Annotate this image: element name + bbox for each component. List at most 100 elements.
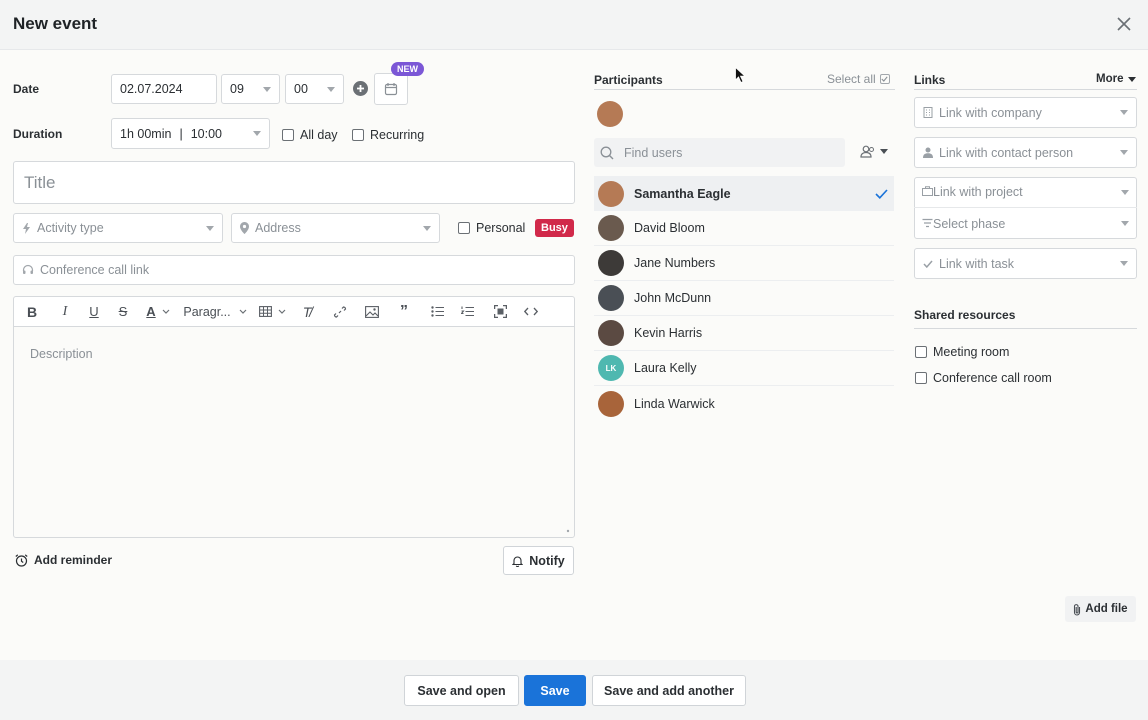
select-phase-select[interactable]: Select phase [914,208,1137,239]
numbered-list-button[interactable] [452,297,482,327]
date-input[interactable]: 02.07.2024 [111,74,217,104]
notify-button[interactable]: Notify [503,546,574,575]
clear-formatting-button[interactable]: T̸ [292,297,322,327]
title-input[interactable]: Title [13,161,575,204]
chevron-down-icon [327,86,335,92]
save-button[interactable]: Save [524,675,586,706]
italic-icon: I [62,303,68,319]
link-project-select[interactable]: Link with project [914,177,1137,208]
description-editor[interactable]: Description [13,326,575,538]
add-file-button[interactable]: Add file [1065,596,1136,622]
bold-button[interactable]: B [14,297,50,327]
add-reminder-button[interactable]: Add reminder [15,553,112,567]
hour-select[interactable]: 09 [221,74,280,104]
text-color-button[interactable]: A [138,297,178,327]
calendar-icon [384,83,398,96]
underline-button[interactable]: U [80,297,108,327]
close-button[interactable] [1112,12,1136,36]
links-more-button[interactable]: More [1096,73,1137,85]
shared-resources-heading: Shared resources [914,308,1016,322]
conference-room-checkbox[interactable] [915,372,927,384]
meeting-room-checkbox[interactable] [915,346,927,358]
chevron-down-icon [1128,76,1137,82]
chevron-down-icon [1120,261,1128,266]
meeting-room-option[interactable]: Meeting room [915,345,1009,359]
participant-row[interactable]: David Bloom [594,211,894,246]
phase-icon [922,217,933,231]
shared-resources-divider [914,328,1137,329]
activity-type-select[interactable]: Activity type [13,213,223,243]
chevron-down-icon [278,309,285,314]
personal-option[interactable]: Personal [458,221,525,235]
select-all-button[interactable]: Select all [827,72,890,86]
duration-length: 1h 00min [120,126,172,141]
paragraph-select[interactable]: Paragr... [178,297,252,327]
new-badge: NEW [391,62,424,76]
image-button[interactable] [358,297,386,327]
fullscreen-button[interactable] [482,297,518,327]
text-color-icon: A [146,304,156,319]
quote-button[interactable]: ” [386,297,422,327]
link-company-select[interactable]: Link with company [914,97,1137,128]
recurring-checkbox[interactable] [352,129,364,141]
link-contact-placeholder: Link with contact person [939,145,1074,160]
link-button[interactable] [322,297,358,327]
find-users-input[interactable]: Find users [594,138,845,167]
save-and-add-another-button[interactable]: Save and add another [592,675,746,706]
check-icon [923,259,933,269]
paperclip-icon [1074,603,1081,616]
links-heading: Links [914,73,946,87]
participant-row[interactable]: Jane Numbers [594,246,894,281]
meeting-room-label: Meeting room [933,345,1010,359]
link-task-select[interactable]: Link with task [914,248,1137,279]
fullscreen-icon [493,305,507,318]
clear-formatting-icon: T̸ [302,303,312,320]
bullet-list-button[interactable] [422,297,452,327]
avatar [598,180,624,207]
title-placeholder: Title [24,172,56,192]
all-day-checkbox[interactable] [282,129,294,141]
selected-participant-avatar[interactable] [597,101,623,127]
date-label: Date [13,82,40,96]
select-all-label: Select all [827,72,876,86]
conference-room-option[interactable]: Conference call room [915,371,1052,385]
link-icon [333,305,347,318]
bullet-list-icon [430,306,444,317]
participant-row[interactable]: Samantha Eagle [594,176,894,211]
participant-name: Kevin Harris [634,326,703,340]
participant-row[interactable]: Kevin Harris [594,316,894,351]
source-code-button[interactable] [518,297,544,327]
duration-select[interactable]: 1h 00min | 10:00 [111,118,270,149]
links-divider [914,89,1137,90]
busy-badge[interactable]: Busy [535,219,574,237]
bold-icon: B [26,303,38,320]
all-day-option[interactable]: All day [282,128,338,142]
recurring-option[interactable]: Recurring [352,128,424,142]
italic-button[interactable]: I [50,297,80,327]
calendar-button[interactable] [374,73,408,105]
user-groups-button[interactable] [860,145,888,158]
participants-divider [594,89,895,90]
participant-row[interactable]: LK Laura Kelly [594,351,894,386]
strikethrough-button[interactable]: S [108,297,138,327]
dialog-header [0,0,1148,50]
save-and-open-button[interactable]: Save and open [404,675,519,706]
add-date-button[interactable] [353,81,368,96]
resize-handle-icon[interactable] [564,527,570,533]
participant-row[interactable]: John McDunn [594,281,894,316]
checkmark-icon [875,188,888,199]
table-button[interactable] [252,297,292,327]
minute-select[interactable]: 00 [285,74,344,104]
search-icon [600,146,614,159]
lightning-icon [23,222,30,234]
headset-icon [22,264,34,274]
personal-checkbox[interactable] [458,222,470,234]
select-all-checkbox[interactable] [879,74,890,84]
participant-row[interactable]: Linda Warwick [594,386,894,421]
link-contact-select[interactable]: Link with contact person [914,137,1137,168]
plus-icon [357,85,364,92]
all-day-label: All day [300,128,338,142]
conference-link-input[interactable]: Conference call link [13,255,575,285]
address-select[interactable]: Address [231,213,440,243]
participant-name: Samantha Eagle [634,186,731,201]
